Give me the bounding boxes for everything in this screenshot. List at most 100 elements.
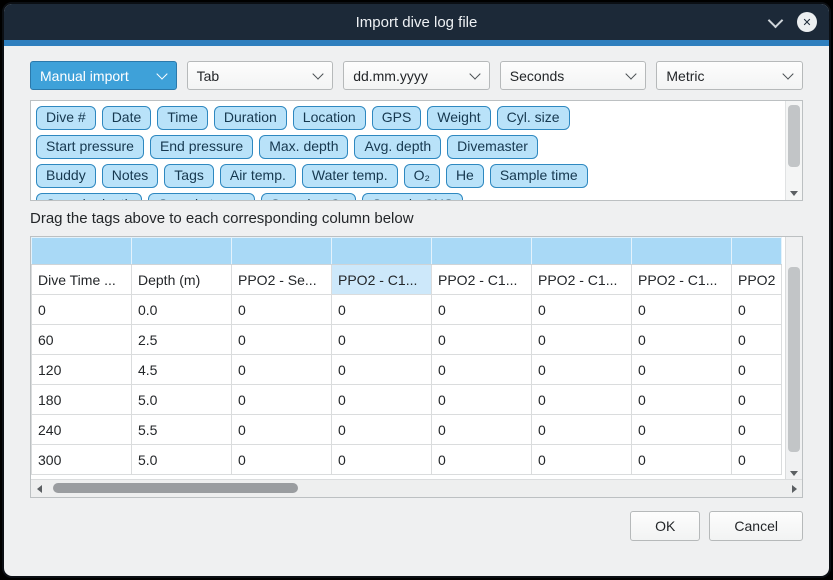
table-cell: 0: [232, 355, 332, 385]
scrollbar-thumb[interactable]: [788, 105, 800, 167]
drop-cell[interactable]: [432, 238, 532, 265]
table-cell: 0: [332, 295, 432, 325]
drop-cell[interactable]: [632, 238, 732, 265]
column-header[interactable]: PPO2 - C1...: [432, 265, 532, 295]
table-cell: 0: [332, 445, 432, 475]
drop-cell[interactable]: [32, 238, 132, 265]
table-cell: 5.5: [132, 415, 232, 445]
column-tag[interactable]: Max. depth: [259, 135, 348, 159]
table-row: 00.0000000: [32, 295, 782, 325]
table-cell: 0: [532, 325, 632, 355]
arrow-right-icon: [792, 485, 797, 493]
tag-row: Start pressureEnd pressureMax. depthAvg.…: [36, 135, 776, 159]
scroll-left-button[interactable]: [31, 480, 47, 497]
table-cell: 120: [32, 355, 132, 385]
drop-cell[interactable]: [732, 238, 782, 265]
column-tag[interactable]: Water temp.: [302, 164, 398, 188]
column-tag[interactable]: Location: [293, 106, 366, 130]
units-value: Metric: [666, 68, 704, 84]
scroll-down-button[interactable]: [786, 466, 802, 480]
preview-table: Dive Time ...Depth (m)PPO2 - Se...PPO2 -…: [31, 237, 782, 475]
column-tag[interactable]: Notes: [102, 164, 159, 188]
date-format-combo[interactable]: dd.mm.yyyy: [343, 61, 490, 90]
chevron-down-icon: [782, 68, 793, 79]
column-header[interactable]: PPO2: [732, 265, 782, 295]
import-type-combo[interactable]: Manual import: [30, 61, 177, 90]
column-tag[interactable]: Start pressure: [36, 135, 144, 159]
table-horizontal-scrollbar[interactable]: [31, 479, 802, 497]
table-cell: 0: [432, 445, 532, 475]
arrow-down-icon: [790, 471, 798, 476]
table-cell: 0: [732, 385, 782, 415]
table-cell: 0: [432, 355, 532, 385]
import-options-row: Manual import Tab dd.mm.yyyy Seconds Met…: [30, 61, 803, 90]
arrow-left-icon: [37, 485, 42, 493]
column-tag[interactable]: He: [446, 164, 484, 188]
table-cell: 60: [32, 325, 132, 355]
column-tag[interactable]: GPS: [372, 106, 422, 130]
column-tag[interactable]: Sample depth: [36, 193, 142, 201]
column-tag[interactable]: Time: [157, 106, 208, 130]
table-cell: 0: [232, 325, 332, 355]
column-header[interactable]: PPO2 - Se...: [232, 265, 332, 295]
table-row: 1805.0000000: [32, 385, 782, 415]
scrollbar-thumb[interactable]: [53, 483, 298, 493]
column-tag[interactable]: Dive #: [36, 106, 96, 130]
column-tag[interactable]: Air temp.: [220, 164, 296, 188]
table-cell: 0: [232, 445, 332, 475]
column-tag[interactable]: Avg. depth: [354, 135, 441, 159]
column-tag[interactable]: Duration: [214, 106, 287, 130]
table-cell: 0: [732, 445, 782, 475]
column-tag[interactable]: Date: [102, 106, 152, 130]
column-tag[interactable]: Buddy: [36, 164, 96, 188]
drop-cell[interactable]: [232, 238, 332, 265]
table-cell: 180: [32, 385, 132, 415]
ok-button[interactable]: OK: [630, 511, 700, 541]
tag-row: Dive #DateTimeDurationLocationGPSWeight C…: [36, 106, 776, 130]
close-button[interactable]: ✕: [797, 12, 817, 32]
tag-panel-vertical-scrollbar[interactable]: [785, 101, 802, 200]
table-cell: 0: [332, 415, 432, 445]
column-tag[interactable]: Tags: [164, 164, 214, 188]
column-header[interactable]: PPO2 - C1...: [532, 265, 632, 295]
column-tag[interactable]: Sample pO₂: [261, 193, 356, 201]
table-row: 2405.5000000: [32, 415, 782, 445]
column-tag[interactable]: Sample temp.: [148, 193, 254, 201]
column-tag[interactable]: O₂: [404, 164, 440, 188]
column-tag[interactable]: End pressure: [150, 135, 253, 159]
table-row: 3005.0000000: [32, 445, 782, 475]
titlebar-menu-chevron-down-icon[interactable]: [768, 12, 784, 28]
table-cell: 0: [32, 295, 132, 325]
dialog-buttons: OK Cancel: [30, 511, 803, 541]
table-cell: 0: [432, 385, 532, 415]
table-cell: 0: [232, 415, 332, 445]
scrollbar-thumb[interactable]: [788, 267, 800, 452]
cancel-button[interactable]: Cancel: [709, 511, 803, 541]
table-cell: 0: [532, 355, 632, 385]
tag-row: Sample depth Sample temp. Sample pO₂ Sample…: [36, 193, 776, 201]
titlebar[interactable]: Import dive log file ✕: [4, 4, 829, 40]
field-separator-combo[interactable]: Tab: [187, 61, 334, 90]
preview-table-viewport: Dive Time ...Depth (m)PPO2 - Se...PPO2 -…: [31, 237, 786, 480]
column-tag[interactable]: Divemaster: [447, 135, 538, 159]
column-header[interactable]: PPO2 - C1...: [332, 265, 432, 295]
column-tag[interactable]: Sample CNS: [362, 193, 463, 201]
column-tag[interactable]: Sample time: [490, 164, 588, 188]
column-header[interactable]: PPO2 - C1...: [632, 265, 732, 295]
column-header[interactable]: Dive Time ...: [32, 265, 132, 295]
column-tag[interactable]: Weight: [427, 106, 490, 130]
scroll-down-button[interactable]: [786, 186, 802, 200]
drop-cell[interactable]: [532, 238, 632, 265]
table-vertical-scrollbar[interactable]: [785, 237, 802, 480]
units-combo[interactable]: Metric: [656, 61, 803, 90]
scroll-right-button[interactable]: [786, 480, 802, 497]
column-tag[interactable]: Cyl. size: [497, 106, 570, 130]
column-header[interactable]: Depth (m): [132, 265, 232, 295]
drop-cell[interactable]: [332, 238, 432, 265]
tag-row: BuddyNotesTagsAir temp.Water temp.O₂HeSa…: [36, 164, 776, 188]
duration-format-combo[interactable]: Seconds: [500, 61, 647, 90]
drop-cell[interactable]: [132, 238, 232, 265]
table-cell: 0: [632, 295, 732, 325]
field-separator-value: Tab: [197, 68, 220, 84]
table-cell: 5.0: [132, 385, 232, 415]
